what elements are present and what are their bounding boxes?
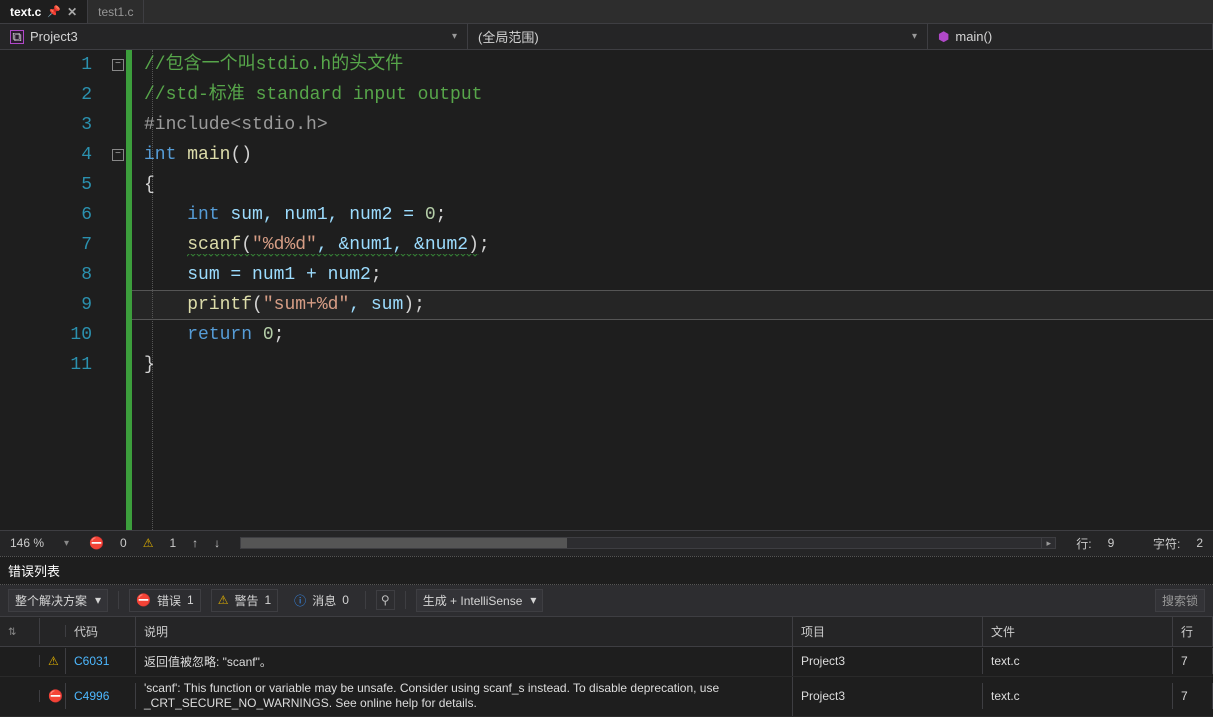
error-code: C6031 — [66, 648, 136, 674]
filter-warnings-button[interactable]: ⚠ 警告 1 — [211, 589, 278, 612]
error-list-title: 错误列表 — [0, 556, 1213, 585]
project-icon: ⧉ — [10, 30, 24, 44]
tab-label: text.c — [10, 5, 41, 19]
header-desc[interactable]: 说明 — [136, 617, 793, 646]
pin-icon[interactable]: 📌 — [47, 5, 61, 18]
nav-project-dropdown[interactable]: ⧉ Project3 ▾ — [0, 24, 468, 49]
tab-label: test1.c — [98, 5, 133, 19]
header-file[interactable]: 文件 — [983, 617, 1173, 646]
error-icon: ⛔ — [48, 689, 63, 703]
source-dropdown[interactable]: 生成 + IntelliSense ▾ — [416, 589, 544, 612]
error-row[interactable]: ⚠ C6031 返回值被忽略: "scanf"。 Project3 text.c… — [0, 647, 1213, 677]
comment-text: //std-标准 standard input output — [144, 85, 482, 105]
editor-status-bar: 146 % ▾ ⛔ 0 ⚠ 1 ↑ ↓ ◂ ▸ 行: 9 字符: 2 — [0, 530, 1213, 556]
error-table: ⇅ 代码 说明 项目 文件 行 ⚠ C6031 返回值被忽略: "scanf"。… — [0, 617, 1213, 717]
filter-errors-button[interactable]: ⛔ 错误 1 — [129, 589, 201, 612]
header-line[interactable]: 行 — [1173, 617, 1213, 646]
nav-member-label: main() — [955, 29, 992, 44]
nav-member-dropdown[interactable]: ⬢ main() — [928, 24, 1213, 49]
fold-collapse-icon[interactable]: − — [112, 59, 124, 71]
error-line: 7 — [1173, 683, 1213, 709]
error-file: text.c — [983, 683, 1173, 709]
tab-text-c[interactable]: text.c 📌 ✕ — [0, 0, 88, 23]
error-desc: 'scanf': This function or variable may b… — [136, 677, 793, 716]
info-icon: ⓘ — [294, 592, 306, 609]
chevron-down-icon: ▾ — [95, 593, 101, 607]
editor-tabs: text.c 📌 ✕ test1.c — [0, 0, 1213, 24]
zoom-level[interactable]: 146 % — [10, 536, 44, 550]
error-project: Project3 — [793, 683, 983, 709]
header-code[interactable]: 代码 — [66, 617, 136, 646]
cursor-col-label: 字符: — [1153, 535, 1180, 552]
fold-margin: − − — [110, 50, 132, 530]
error-icon: ⛔ — [136, 593, 151, 607]
prev-issue-button[interactable]: ↑ — [192, 536, 198, 550]
nav-scope-dropdown[interactable]: (全局范围) ▾ — [468, 24, 928, 49]
chevron-down-icon[interactable]: ▾ — [60, 536, 73, 551]
chevron-down-icon: ▾ — [530, 593, 536, 607]
separator — [365, 591, 366, 609]
header-project[interactable]: 项目 — [793, 617, 983, 646]
source-label: 生成 + IntelliSense — [423, 592, 523, 609]
separator — [405, 591, 406, 609]
nav-project-label: Project3 — [30, 29, 78, 44]
error-desc: 返回值被忽略: "scanf"。 — [136, 647, 793, 676]
close-icon[interactable]: ✕ — [67, 5, 77, 19]
horizontal-scrollbar[interactable]: ◂ ▸ — [240, 537, 1056, 549]
error-row[interactable]: ⛔ C4996 'scanf': This function or variab… — [0, 677, 1213, 717]
chevron-down-icon: ▾ — [912, 31, 917, 42]
separator — [118, 591, 119, 609]
error-line: 7 — [1173, 648, 1213, 674]
line-number-gutter: 1 2 3 4 5 6 7 8 9 10 11 — [0, 50, 110, 530]
filter-icon[interactable]: ⚲ — [376, 590, 395, 610]
nav-scope-label: (全局范围) — [478, 27, 539, 46]
warning-icon: ⚠ — [48, 654, 59, 668]
include-directive: #include — [144, 115, 230, 135]
filter-messages-button[interactable]: ⓘ 消息 0 — [288, 590, 355, 611]
error-project: Project3 — [793, 648, 983, 674]
context-navbar: ⧉ Project3 ▾ (全局范围) ▾ ⬢ main() — [0, 24, 1213, 50]
chevron-down-icon: ▾ — [452, 31, 457, 42]
cursor-line-label: 行: — [1076, 535, 1091, 552]
cursor-col-value: 2 — [1196, 536, 1203, 550]
scope-label: 整个解决方案 — [15, 592, 87, 609]
tab-test1-c[interactable]: test1.c — [88, 0, 144, 23]
error-code: C4996 — [66, 683, 136, 709]
error-table-header: ⇅ 代码 说明 项目 文件 行 — [0, 617, 1213, 647]
error-search-input[interactable]: 搜索锁 — [1155, 589, 1205, 612]
cursor-line-value: 9 — [1108, 536, 1115, 550]
warning-icon[interactable]: ⚠ — [143, 536, 154, 550]
error-icon[interactable]: ⛔ — [89, 536, 104, 550]
error-list-toolbar: 整个解决方案 ▾ ⛔ 错误 1 ⚠ 警告 1 ⓘ 消息 0 ⚲ 生成 + Int… — [0, 585, 1213, 617]
error-count: 0 — [120, 536, 127, 550]
fold-collapse-icon[interactable]: − — [112, 149, 124, 161]
comment-text: //包含一个叫stdio.h的头文件 — [144, 55, 403, 75]
header-sort[interactable]: ⇅ — [0, 618, 40, 644]
next-issue-button[interactable]: ↓ — [214, 536, 220, 550]
scrollbar-thumb[interactable] — [241, 538, 567, 548]
code-editor[interactable]: 1 2 3 4 5 6 7 8 9 10 11 − − //包含一个叫stdio… — [0, 50, 1213, 530]
warning-icon: ⚠ — [218, 593, 229, 607]
warning-count: 1 — [169, 536, 176, 550]
scope-dropdown[interactable]: 整个解决方案 ▾ — [8, 589, 108, 612]
scroll-right-icon[interactable]: ▸ — [1041, 538, 1055, 548]
cube-icon: ⬢ — [938, 29, 949, 45]
error-file: text.c — [983, 648, 1173, 674]
code-area[interactable]: //包含一个叫stdio.h的头文件 //std-标准 standard inp… — [132, 50, 1213, 530]
